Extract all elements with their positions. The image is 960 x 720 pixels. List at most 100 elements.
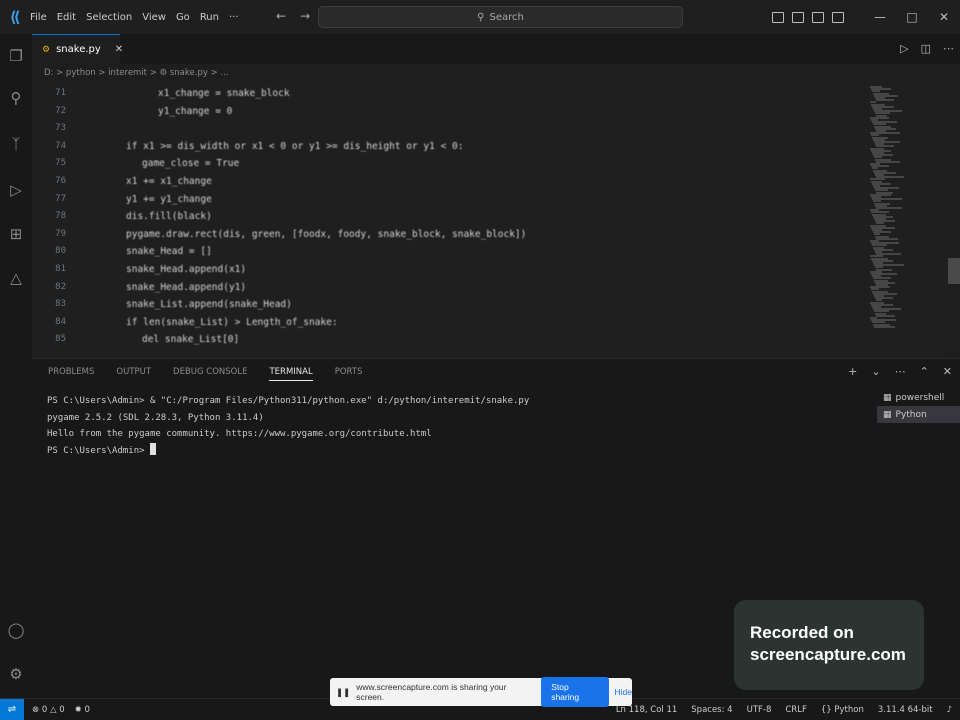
toggle-secondary-sidebar-icon[interactable] xyxy=(812,11,824,23)
line-number: 85 xyxy=(55,334,66,345)
breadcrumb[interactable]: D: > python > interemit > ⚙ snake.py > .… xyxy=(44,68,229,78)
menu-more[interactable]: ··· xyxy=(229,12,239,23)
minimize-icon[interactable]: — xyxy=(864,10,896,24)
terminal-list: ▦ powershell ▦ Python xyxy=(877,389,960,423)
code-line: 84 if len(snake_List) > Length_of_snake: xyxy=(32,317,868,334)
code-editor[interactable]: 71 x1_change = snake_block 72 y1_change = 0… xyxy=(32,84,868,356)
editor-scrollbar-thumb[interactable] xyxy=(948,258,960,284)
tab-snake-py[interactable]: ⚙ snake.py ✕ xyxy=(32,34,123,64)
close-window-icon[interactable]: ✕ xyxy=(928,10,960,24)
close-panel-icon[interactable]: ✕ xyxy=(943,365,952,378)
ports-status[interactable]: ✹ 0 xyxy=(75,705,90,715)
watermark-line-2: screencapture.com xyxy=(750,645,906,664)
menu-go[interactable]: Go xyxy=(176,12,190,23)
toggle-primary-sidebar-icon[interactable] xyxy=(772,11,784,23)
command-center-search[interactable]: ⚲ Search xyxy=(318,6,683,28)
code-text: snake_Head = [] xyxy=(126,246,212,258)
more-actions-icon[interactable]: ⋯ xyxy=(943,42,954,55)
code-line: 77 y1 += y1_change xyxy=(32,194,868,211)
code-text: snake_List.append(snake_Head) xyxy=(126,299,292,311)
line-number: 80 xyxy=(55,246,66,257)
code-line: 72 y1_change = 0 xyxy=(32,106,868,123)
code-text: if len(snake_List) > Length_of_snake: xyxy=(126,316,338,328)
code-text: game_close = True xyxy=(142,158,240,170)
menu-selection[interactable]: Selection xyxy=(86,12,132,23)
indentation[interactable]: Spaces: 4 xyxy=(691,705,732,715)
search-view-icon[interactable]: ⚲ xyxy=(6,88,26,108)
line-number: 79 xyxy=(55,228,66,239)
hide-link[interactable]: Hide xyxy=(615,687,632,697)
menu-view[interactable]: View xyxy=(142,12,166,23)
maximize-icon[interactable]: □ xyxy=(896,10,928,24)
tab-output[interactable]: OUTPUT xyxy=(116,367,151,381)
recording-watermark: Recorded on screencapture.com xyxy=(734,600,924,690)
extensions-icon[interactable]: ⊞ xyxy=(6,224,26,244)
tab-problems[interactable]: PROBLEMS xyxy=(48,367,94,381)
forward-arrow-icon[interactable]: → xyxy=(300,9,310,23)
screen-sharing-bar: ❚❚ www.screencapture.com is sharing your… xyxy=(330,677,632,707)
code-line: 83 snake_List.append(snake_Head) xyxy=(32,299,868,316)
line-number: 83 xyxy=(55,299,66,310)
line-number: 81 xyxy=(55,264,66,274)
source-control-icon[interactable]: ᛉ xyxy=(6,134,26,154)
terminal-output[interactable]: PS C:\Users\Admin> & "C:/Program Files/P… xyxy=(47,393,529,459)
minimap-line xyxy=(876,99,894,102)
sharing-indicator-icon: ❚❚ xyxy=(336,686,351,697)
menu-file[interactable]: File xyxy=(30,12,47,23)
line-number: 78 xyxy=(55,211,66,222)
menu-run[interactable]: Run xyxy=(200,12,219,23)
customize-layout-icon[interactable] xyxy=(832,11,844,23)
close-tab-icon[interactable]: ✕ xyxy=(115,44,123,55)
line-number: 74 xyxy=(55,140,66,151)
tab-ports[interactable]: PORTS xyxy=(335,367,363,381)
tab-label: snake.py xyxy=(56,44,101,55)
new-terminal-icon[interactable]: + xyxy=(848,365,857,378)
split-editor-icon[interactable]: ◫ xyxy=(921,42,931,55)
run-file-icon[interactable]: ▷ xyxy=(900,42,908,55)
code-text: x1 += x1_change xyxy=(126,176,212,187)
line-number: 76 xyxy=(55,176,66,186)
account-icon[interactable]: ◯ xyxy=(6,620,26,640)
code-text: y1_change = 0 xyxy=(158,105,233,117)
code-line: 75 game_close = True xyxy=(32,158,868,175)
code-text: pygame.draw.rect(dis, green, [foodx, foo… xyxy=(126,228,527,240)
minimap[interactable] xyxy=(868,84,948,356)
run-debug-icon[interactable]: ▷ xyxy=(6,180,26,200)
language-mode[interactable]: {} Python xyxy=(821,705,864,715)
terminal-line: PS C:\Users\Admin> & "C:/Program Files/P… xyxy=(47,396,530,406)
encoding[interactable]: UTF-8 xyxy=(747,705,772,715)
tab-terminal[interactable]: TERMINAL xyxy=(269,367,313,381)
code-line: 74 if x1 >= dis_width or x1 < 0 or y1 >= … xyxy=(32,141,868,158)
code-line: 73 xyxy=(32,123,868,140)
title-bar: ⟪ File Edit Selection View Go Run ··· ← … xyxy=(0,0,960,34)
cursor-position[interactable]: Ln 118, Col 11 xyxy=(616,705,677,715)
terminal-item-label: powershell xyxy=(895,392,945,403)
explorer-icon[interactable]: ❐ xyxy=(6,46,26,66)
code-text: snake_Head.append(y1) xyxy=(126,281,247,293)
terminal-icon: ▦ xyxy=(883,409,892,420)
testing-icon[interactable]: △ xyxy=(6,268,26,288)
terminal-item-powershell[interactable]: ▦ powershell xyxy=(877,389,960,406)
python-interpreter[interactable]: 3.11.4 64-bit xyxy=(878,705,933,715)
terminal-item-python[interactable]: ▦ Python xyxy=(877,406,960,423)
broadcast-icon: ✹ xyxy=(74,704,82,715)
warning-icon: △ xyxy=(49,704,57,715)
code-line: 79 pygame.draw.rect(dis, green, [foodx, f… xyxy=(32,229,868,246)
tab-debug-console[interactable]: DEBUG CONSOLE xyxy=(173,367,247,381)
maximize-panel-icon[interactable]: ⌃ xyxy=(920,365,929,378)
back-arrow-icon[interactable]: ← xyxy=(276,9,286,23)
problems-status[interactable]: ⊗ 0 △ 0 xyxy=(32,705,65,715)
end-of-line[interactable]: CRLF xyxy=(785,705,806,715)
toggle-panel-icon[interactable] xyxy=(792,11,804,23)
activity-bar: ❐ ⚲ ᛉ ▷ ⊞ △ ◯ ⚙ xyxy=(0,34,32,698)
more-terminal-actions-icon[interactable]: ⋯ xyxy=(895,365,906,378)
menu-edit[interactable]: Edit xyxy=(57,12,76,23)
stop-sharing-button[interactable]: Stop sharing xyxy=(541,677,609,707)
terminal-icon: ▦ xyxy=(883,392,892,403)
terminal-dropdown-icon[interactable]: ⌄ xyxy=(871,365,880,378)
ports-count: 0 xyxy=(84,704,90,715)
remote-indicator-icon[interactable]: ⇌ xyxy=(0,698,24,720)
menu-bar: File Edit Selection View Go Run ··· xyxy=(30,12,239,23)
manage-gear-icon[interactable]: ⚙ xyxy=(6,664,26,684)
notifications-bell-icon[interactable]: ♪ xyxy=(947,705,952,715)
